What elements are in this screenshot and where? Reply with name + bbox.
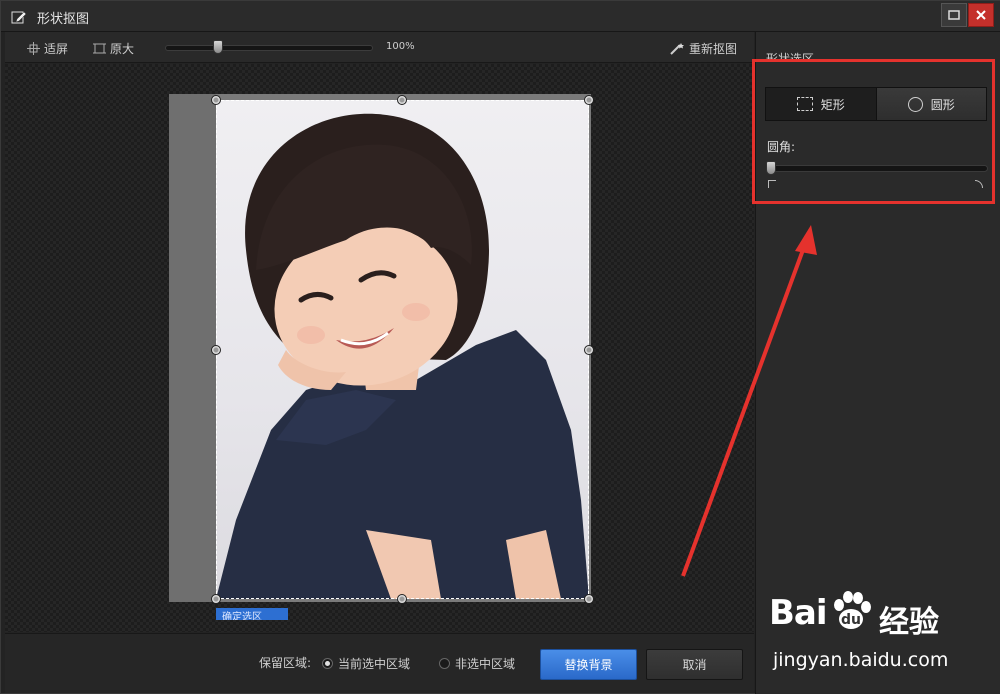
fit-screen-label: 适屏 <box>44 42 69 56</box>
baidu-jingyan-watermark: Bai du 经验 jingyan.baidu.com <box>761 583 996 691</box>
watermark-brand-cn: 经验 <box>879 605 939 640</box>
watermark-brand: Bai <box>769 593 828 633</box>
selection-handle-bottom-left[interactable] <box>211 594 221 604</box>
toolbar: 适屏 原大 100% 重新抠图 <box>5 32 754 63</box>
window-title: 形状抠图 <box>37 12 90 27</box>
selection-handle-top[interactable] <box>397 95 407 105</box>
selection-handle-bottom-right[interactable] <box>584 594 594 604</box>
redo-cutout-label: 重新抠图 <box>689 42 738 56</box>
zoom-slider-track[interactable] <box>165 45 373 51</box>
original-size-icon <box>93 43 106 54</box>
watermark-url: jingyan.baidu.com <box>773 649 949 671</box>
keep-area-label: 保留区域: <box>259 656 312 670</box>
selection-handle-bottom[interactable] <box>397 594 407 604</box>
replace-background-button[interactable]: 替换背景 <box>540 649 637 680</box>
annotation-arrow <box>681 225 817 577</box>
maximize-button[interactable] <box>941 3 967 27</box>
maximize-icon <box>948 10 960 20</box>
close-button[interactable] <box>968 3 994 27</box>
edit-pencil-icon <box>11 9 27 25</box>
selection-handle-top-left[interactable] <box>211 95 221 105</box>
original-size-button[interactable]: 原大 <box>93 40 134 57</box>
baidu-paw-icon: du <box>834 591 871 629</box>
fit-screen-button[interactable]: 适屏 <box>27 40 68 57</box>
cancel-button[interactable]: 取消 <box>646 649 743 680</box>
selection-handle-top-right[interactable] <box>584 95 594 105</box>
selection-handle-right[interactable] <box>584 345 594 355</box>
radio-current-selection-label: 当前选中区域 <box>338 657 411 671</box>
original-size-label: 原大 <box>110 42 135 56</box>
photo-margin-strip <box>169 94 216 602</box>
svg-text:du: du <box>841 612 861 628</box>
radio-non-selection-label: 非选中区域 <box>455 657 516 671</box>
radio-checked-icon <box>322 658 333 669</box>
selection-handle-left[interactable] <box>211 345 221 355</box>
redo-cutout-button[interactable]: 重新抠图 <box>669 40 737 57</box>
radio-unchecked-icon <box>439 658 450 669</box>
zoom-percent: 100% <box>386 41 415 52</box>
shape-cutout-window: 形状抠图 适屏 原大 100% 重新抠图 确定选区 形状选区 矩形 圆形 圆角:… <box>0 0 1000 694</box>
magic-wand-icon <box>670 42 684 55</box>
radio-current-selection[interactable]: 当前选中区域 <box>322 655 410 672</box>
canvas-area[interactable]: 确定选区 <box>5 64 754 632</box>
annotation-highlight-box <box>752 59 995 204</box>
zoom-slider-thumb[interactable] <box>213 40 223 54</box>
radio-non-selection[interactable]: 非选中区域 <box>439 655 515 672</box>
confirm-selection-tag[interactable]: 确定选区 <box>216 608 288 620</box>
selection-rectangle[interactable] <box>216 100 589 599</box>
fit-screen-icon <box>27 42 40 55</box>
title-bar: 形状抠图 <box>1 1 1000 32</box>
close-icon <box>976 10 986 20</box>
bottom-bar: 保留区域: 当前选中区域 非选中区域 替换背景 取消 <box>5 633 754 693</box>
